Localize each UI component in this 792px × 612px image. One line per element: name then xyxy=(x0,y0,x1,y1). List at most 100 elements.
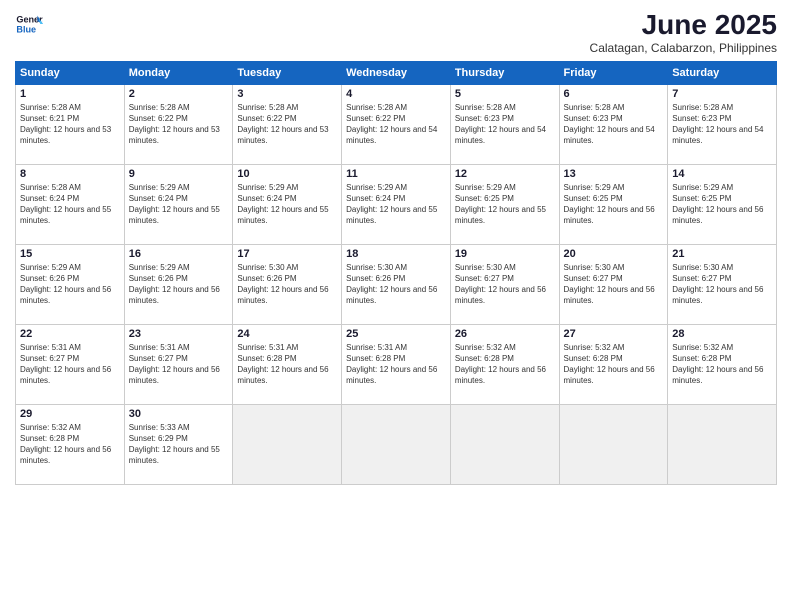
cell-info: Sunrise: 5:29 AM Sunset: 6:25 PM Dayligh… xyxy=(672,182,772,227)
calendar-cell: 13 Sunrise: 5:29 AM Sunset: 6:25 PM Dayl… xyxy=(559,164,668,244)
day-number: 13 xyxy=(564,168,664,180)
cell-info: Sunrise: 5:31 AM Sunset: 6:27 PM Dayligh… xyxy=(129,342,229,387)
cell-info: Sunrise: 5:28 AM Sunset: 6:24 PM Dayligh… xyxy=(20,182,120,227)
cell-info: Sunrise: 5:29 AM Sunset: 6:26 PM Dayligh… xyxy=(20,262,120,307)
calendar-cell: 2 Sunrise: 5:28 AM Sunset: 6:22 PM Dayli… xyxy=(124,84,233,164)
cell-info: Sunrise: 5:28 AM Sunset: 6:22 PM Dayligh… xyxy=(346,102,446,147)
day-number: 28 xyxy=(672,328,772,340)
location: Calatagan, Calabarzon, Philippines xyxy=(590,41,777,55)
calendar-week-5: 29 Sunrise: 5:32 AM Sunset: 6:28 PM Dayl… xyxy=(16,404,777,484)
day-number: 12 xyxy=(455,168,555,180)
calendar-cell: 29 Sunrise: 5:32 AM Sunset: 6:28 PM Dayl… xyxy=(16,404,125,484)
calendar-cell: 21 Sunrise: 5:30 AM Sunset: 6:27 PM Dayl… xyxy=(668,244,777,324)
col-wednesday: Wednesday xyxy=(342,61,451,84)
cell-info: Sunrise: 5:29 AM Sunset: 6:26 PM Dayligh… xyxy=(129,262,229,307)
cell-info: Sunrise: 5:31 AM Sunset: 6:28 PM Dayligh… xyxy=(237,342,337,387)
cell-info: Sunrise: 5:32 AM Sunset: 6:28 PM Dayligh… xyxy=(455,342,555,387)
calendar-cell xyxy=(559,404,668,484)
cell-info: Sunrise: 5:29 AM Sunset: 6:24 PM Dayligh… xyxy=(129,182,229,227)
calendar-table: Sunday Monday Tuesday Wednesday Thursday… xyxy=(15,61,777,485)
cell-info: Sunrise: 5:29 AM Sunset: 6:25 PM Dayligh… xyxy=(564,182,664,227)
calendar-cell: 18 Sunrise: 5:30 AM Sunset: 6:26 PM Dayl… xyxy=(342,244,451,324)
cell-info: Sunrise: 5:28 AM Sunset: 6:21 PM Dayligh… xyxy=(20,102,120,147)
day-number: 24 xyxy=(237,328,337,340)
day-number: 6 xyxy=(564,88,664,100)
day-number: 19 xyxy=(455,248,555,260)
cell-info: Sunrise: 5:28 AM Sunset: 6:23 PM Dayligh… xyxy=(564,102,664,147)
calendar-cell: 4 Sunrise: 5:28 AM Sunset: 6:22 PM Dayli… xyxy=(342,84,451,164)
day-number: 7 xyxy=(672,88,772,100)
calendar-cell: 6 Sunrise: 5:28 AM Sunset: 6:23 PM Dayli… xyxy=(559,84,668,164)
svg-text:Blue: Blue xyxy=(16,24,36,34)
calendar-cell: 27 Sunrise: 5:32 AM Sunset: 6:28 PM Dayl… xyxy=(559,324,668,404)
calendar-cell: 5 Sunrise: 5:28 AM Sunset: 6:23 PM Dayli… xyxy=(450,84,559,164)
calendar-cell: 8 Sunrise: 5:28 AM Sunset: 6:24 PM Dayli… xyxy=(16,164,125,244)
calendar-week-3: 15 Sunrise: 5:29 AM Sunset: 6:26 PM Dayl… xyxy=(16,244,777,324)
calendar-cell: 12 Sunrise: 5:29 AM Sunset: 6:25 PM Dayl… xyxy=(450,164,559,244)
day-number: 30 xyxy=(129,408,229,420)
cell-info: Sunrise: 5:31 AM Sunset: 6:28 PM Dayligh… xyxy=(346,342,446,387)
cell-info: Sunrise: 5:30 AM Sunset: 6:26 PM Dayligh… xyxy=(346,262,446,307)
calendar-cell: 22 Sunrise: 5:31 AM Sunset: 6:27 PM Dayl… xyxy=(16,324,125,404)
day-number: 10 xyxy=(237,168,337,180)
cell-info: Sunrise: 5:30 AM Sunset: 6:27 PM Dayligh… xyxy=(564,262,664,307)
calendar-week-1: 1 Sunrise: 5:28 AM Sunset: 6:21 PM Dayli… xyxy=(16,84,777,164)
logo-icon: General Blue xyxy=(15,10,43,38)
calendar-cell: 14 Sunrise: 5:29 AM Sunset: 6:25 PM Dayl… xyxy=(668,164,777,244)
calendar-cell: 24 Sunrise: 5:31 AM Sunset: 6:28 PM Dayl… xyxy=(233,324,342,404)
day-number: 11 xyxy=(346,168,446,180)
day-number: 1 xyxy=(20,88,120,100)
calendar-cell xyxy=(342,404,451,484)
calendar-cell: 9 Sunrise: 5:29 AM Sunset: 6:24 PM Dayli… xyxy=(124,164,233,244)
day-number: 25 xyxy=(346,328,446,340)
calendar-week-4: 22 Sunrise: 5:31 AM Sunset: 6:27 PM Dayl… xyxy=(16,324,777,404)
cell-info: Sunrise: 5:28 AM Sunset: 6:23 PM Dayligh… xyxy=(455,102,555,147)
title-area: June 2025 Calatagan, Calabarzon, Philipp… xyxy=(590,10,777,55)
day-number: 16 xyxy=(129,248,229,260)
day-number: 14 xyxy=(672,168,772,180)
col-tuesday: Tuesday xyxy=(233,61,342,84)
col-monday: Monday xyxy=(124,61,233,84)
cell-info: Sunrise: 5:31 AM Sunset: 6:27 PM Dayligh… xyxy=(20,342,120,387)
day-number: 2 xyxy=(129,88,229,100)
col-sunday: Sunday xyxy=(16,61,125,84)
day-number: 21 xyxy=(672,248,772,260)
calendar-cell: 1 Sunrise: 5:28 AM Sunset: 6:21 PM Dayli… xyxy=(16,84,125,164)
day-number: 26 xyxy=(455,328,555,340)
calendar-cell xyxy=(233,404,342,484)
day-number: 9 xyxy=(129,168,229,180)
calendar-cell: 10 Sunrise: 5:29 AM Sunset: 6:24 PM Dayl… xyxy=(233,164,342,244)
calendar-cell: 17 Sunrise: 5:30 AM Sunset: 6:26 PM Dayl… xyxy=(233,244,342,324)
day-number: 27 xyxy=(564,328,664,340)
calendar-cell: 19 Sunrise: 5:30 AM Sunset: 6:27 PM Dayl… xyxy=(450,244,559,324)
day-number: 4 xyxy=(346,88,446,100)
cell-info: Sunrise: 5:32 AM Sunset: 6:28 PM Dayligh… xyxy=(672,342,772,387)
day-number: 17 xyxy=(237,248,337,260)
day-number: 8 xyxy=(20,168,120,180)
logo: General Blue xyxy=(15,10,43,38)
calendar-week-2: 8 Sunrise: 5:28 AM Sunset: 6:24 PM Dayli… xyxy=(16,164,777,244)
col-thursday: Thursday xyxy=(450,61,559,84)
calendar-cell: 20 Sunrise: 5:30 AM Sunset: 6:27 PM Dayl… xyxy=(559,244,668,324)
day-number: 29 xyxy=(20,408,120,420)
calendar-cell: 25 Sunrise: 5:31 AM Sunset: 6:28 PM Dayl… xyxy=(342,324,451,404)
day-number: 5 xyxy=(455,88,555,100)
calendar-cell: 30 Sunrise: 5:33 AM Sunset: 6:29 PM Dayl… xyxy=(124,404,233,484)
cell-info: Sunrise: 5:29 AM Sunset: 6:25 PM Dayligh… xyxy=(455,182,555,227)
calendar-body: 1 Sunrise: 5:28 AM Sunset: 6:21 PM Dayli… xyxy=(16,84,777,484)
header-row: Sunday Monday Tuesday Wednesday Thursday… xyxy=(16,61,777,84)
calendar-cell xyxy=(668,404,777,484)
day-number: 22 xyxy=(20,328,120,340)
day-number: 15 xyxy=(20,248,120,260)
cell-info: Sunrise: 5:33 AM Sunset: 6:29 PM Dayligh… xyxy=(129,422,229,467)
cell-info: Sunrise: 5:30 AM Sunset: 6:27 PM Dayligh… xyxy=(672,262,772,307)
calendar-cell: 7 Sunrise: 5:28 AM Sunset: 6:23 PM Dayli… xyxy=(668,84,777,164)
calendar-cell: 26 Sunrise: 5:32 AM Sunset: 6:28 PM Dayl… xyxy=(450,324,559,404)
cell-info: Sunrise: 5:30 AM Sunset: 6:26 PM Dayligh… xyxy=(237,262,337,307)
cell-info: Sunrise: 5:30 AM Sunset: 6:27 PM Dayligh… xyxy=(455,262,555,307)
calendar-cell xyxy=(450,404,559,484)
cell-info: Sunrise: 5:29 AM Sunset: 6:24 PM Dayligh… xyxy=(346,182,446,227)
calendar-cell: 3 Sunrise: 5:28 AM Sunset: 6:22 PM Dayli… xyxy=(233,84,342,164)
cell-info: Sunrise: 5:32 AM Sunset: 6:28 PM Dayligh… xyxy=(564,342,664,387)
page: General Blue June 2025 Calatagan, Calaba… xyxy=(0,0,792,612)
